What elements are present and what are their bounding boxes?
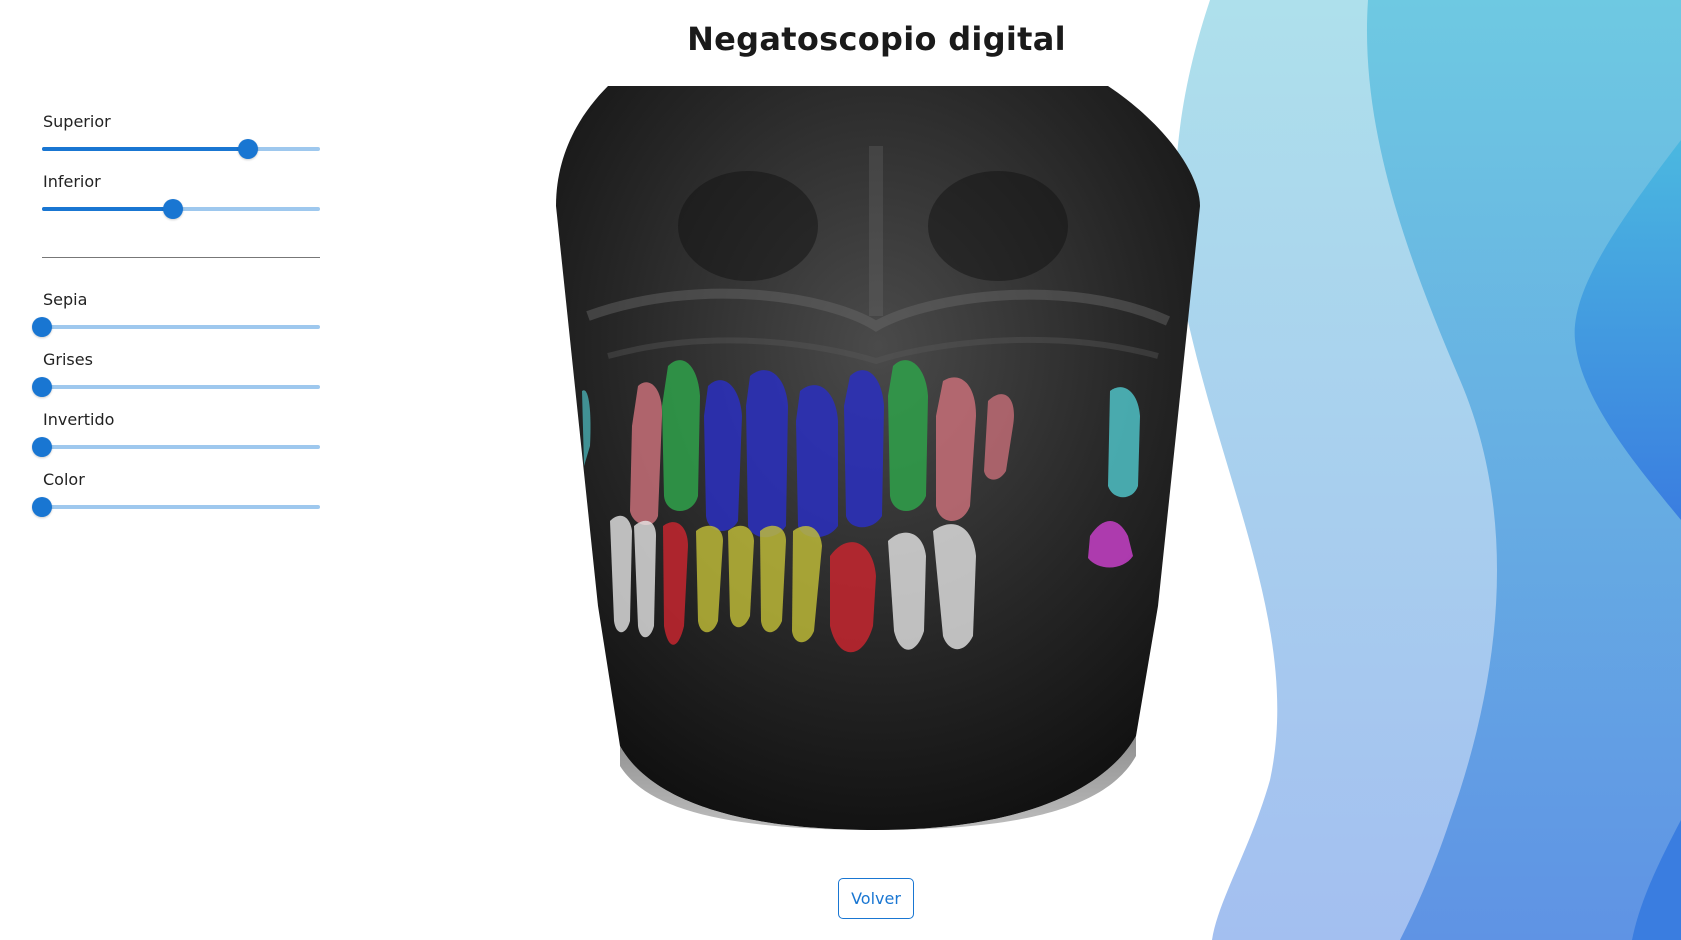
slider-track xyxy=(42,445,320,449)
inferior-slider[interactable] xyxy=(42,199,320,219)
slider-thumb[interactable] xyxy=(32,317,52,337)
superior-label: Superior xyxy=(43,112,111,131)
superior-slider[interactable] xyxy=(42,139,320,159)
slider-track xyxy=(42,325,320,329)
back-button[interactable]: Volver xyxy=(838,878,914,919)
sepia-control: Sepia xyxy=(32,290,322,337)
sepia-label: Sepia xyxy=(43,290,88,309)
grises-control: Grises xyxy=(32,350,322,397)
slider-thumb[interactable] xyxy=(162,199,183,219)
slider-fill xyxy=(42,207,173,211)
slider-track xyxy=(42,505,320,509)
grises-slider[interactable] xyxy=(32,377,320,397)
slider-track xyxy=(42,385,320,389)
color-control: Color xyxy=(32,470,322,517)
slider-thumb[interactable] xyxy=(32,437,52,457)
dental-xray-image xyxy=(556,86,1200,830)
sepia-slider[interactable] xyxy=(32,317,320,337)
inferior-control: Inferior xyxy=(42,172,322,219)
color-label: Color xyxy=(43,470,85,489)
superior-control: Superior xyxy=(42,112,322,159)
invertido-control: Invertido xyxy=(32,410,322,457)
color-slider[interactable] xyxy=(32,497,320,517)
slider-thumb[interactable] xyxy=(32,377,52,397)
slider-thumb[interactable] xyxy=(237,139,258,159)
grises-label: Grises xyxy=(43,350,93,369)
slider-fill xyxy=(42,147,248,151)
page-title: Negatoscopio digital xyxy=(687,20,1066,58)
inferior-label: Inferior xyxy=(43,172,101,191)
invertido-label: Invertido xyxy=(43,410,115,429)
controls-divider xyxy=(42,257,320,258)
slider-thumb[interactable] xyxy=(32,497,52,517)
invertido-slider[interactable] xyxy=(32,437,320,457)
